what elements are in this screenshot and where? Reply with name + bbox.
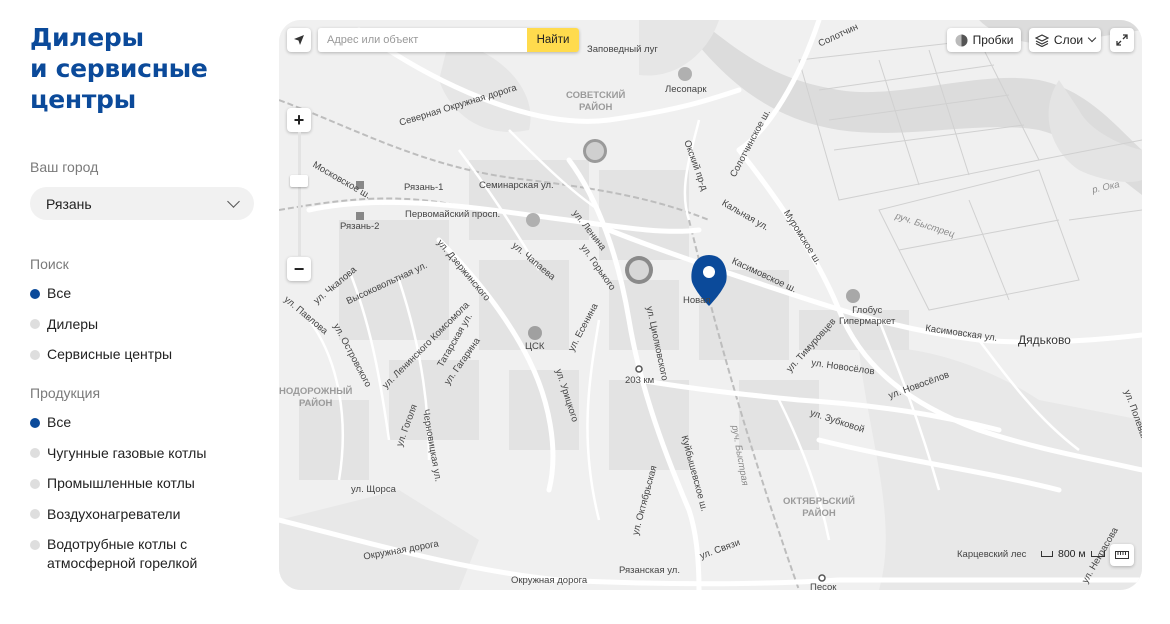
product-option-all[interactable]: Все xyxy=(30,413,260,432)
layers-button-label: Слои xyxy=(1053,33,1084,47)
expand-icon xyxy=(1116,34,1128,46)
radio-dot-icon xyxy=(30,417,40,428)
geolocation-button[interactable] xyxy=(287,28,311,52)
product-option-label: Воздухонагреватели xyxy=(47,505,181,522)
radio-dot-icon xyxy=(30,319,40,329)
product-option-cast-iron-boilers[interactable]: Чугунные газовые котлы xyxy=(30,444,260,463)
scale-bar-icon xyxy=(1090,551,1105,557)
layers-button[interactable]: Слои xyxy=(1029,28,1101,52)
products-filter-list: Все Чугунные газовые котлы Промышленные … xyxy=(30,413,260,573)
radio-dot-icon xyxy=(30,288,40,299)
search-filter-list: Все Дилеры Сервисные центры xyxy=(30,284,260,364)
scale-label: 800 м xyxy=(1058,548,1086,560)
filter-option-dealers[interactable]: Дилеры xyxy=(30,315,260,334)
city-select[interactable]: Рязань xyxy=(30,187,254,220)
page-title: Дилеры и сервисные центры xyxy=(30,22,260,115)
city-select-value: Рязань xyxy=(46,195,92,212)
product-option-water-tube-boilers[interactable]: Водотрубные котлы с атмосферной горелкой xyxy=(30,535,260,573)
search-filter-label: Поиск xyxy=(30,256,69,272)
filter-option-label: Все xyxy=(47,285,72,301)
traffic-icon xyxy=(955,34,968,46)
minus-icon: − xyxy=(293,258,305,279)
product-option-label: Водотрубные котлы с атмосферной горелкой xyxy=(47,536,198,571)
zoom-slider-handle[interactable] xyxy=(290,175,308,187)
fullscreen-button[interactable] xyxy=(1110,28,1134,52)
map-search: Найти xyxy=(318,28,579,52)
product-option-label: Чугунные газовые котлы xyxy=(47,444,207,461)
chevron-down-icon xyxy=(227,194,240,208)
sidebar: Дилеры и сервисные центры Ваш город Ряза… xyxy=(30,22,260,585)
city-label: Ваш город xyxy=(30,159,99,175)
product-option-air-heaters[interactable]: Воздухонагреватели xyxy=(30,505,260,524)
map-tiles xyxy=(279,20,1142,590)
map-search-input[interactable] xyxy=(318,28,527,52)
zoom-slider-track[interactable] xyxy=(298,132,301,256)
traffic-button[interactable]: Пробки xyxy=(947,28,1021,52)
radio-dot-icon xyxy=(30,478,40,489)
chevron-down-icon xyxy=(1087,33,1097,43)
radio-dot-icon xyxy=(30,509,40,519)
zoom-out-button[interactable]: − xyxy=(287,257,311,281)
product-option-label: Все xyxy=(47,414,72,430)
map-search-button[interactable]: Найти xyxy=(527,28,579,52)
filter-option-all[interactable]: Все xyxy=(30,284,260,303)
radio-dot-icon xyxy=(30,349,40,360)
radio-dot-icon xyxy=(30,448,40,458)
traffic-button-label: Пробки xyxy=(972,33,1014,47)
page-title-line: и сервисные xyxy=(30,54,208,83)
page-title-line: Дилеры xyxy=(30,23,144,52)
dealer-map[interactable]: СОВЕТСКИЙ РАЙОН ОКТЯБРЬСКИЙ РАЙОН НОДОРОЖН… xyxy=(279,20,1142,590)
layers-icon xyxy=(1034,33,1049,47)
map-scale: 800 м xyxy=(1041,548,1105,560)
filter-option-service-centers[interactable]: Сервисные центры xyxy=(30,345,260,364)
radio-dot-icon xyxy=(30,539,40,550)
product-option-industrial-boilers[interactable]: Промышленные котлы xyxy=(30,474,260,493)
scale-bar-icon xyxy=(1041,551,1053,557)
products-filter-label: Продукция xyxy=(30,385,101,401)
filter-option-label: Сервисные центры xyxy=(47,346,173,362)
filter-option-label: Дилеры xyxy=(47,315,99,332)
product-option-label: Промышленные котлы xyxy=(47,475,195,491)
ruler-button[interactable] xyxy=(1110,544,1134,566)
location-arrow-icon xyxy=(294,35,304,45)
ruler-icon xyxy=(1115,551,1129,559)
plus-icon: + xyxy=(293,109,305,130)
page-title-line: центры xyxy=(30,85,136,114)
zoom-in-button[interactable]: + xyxy=(287,108,311,132)
